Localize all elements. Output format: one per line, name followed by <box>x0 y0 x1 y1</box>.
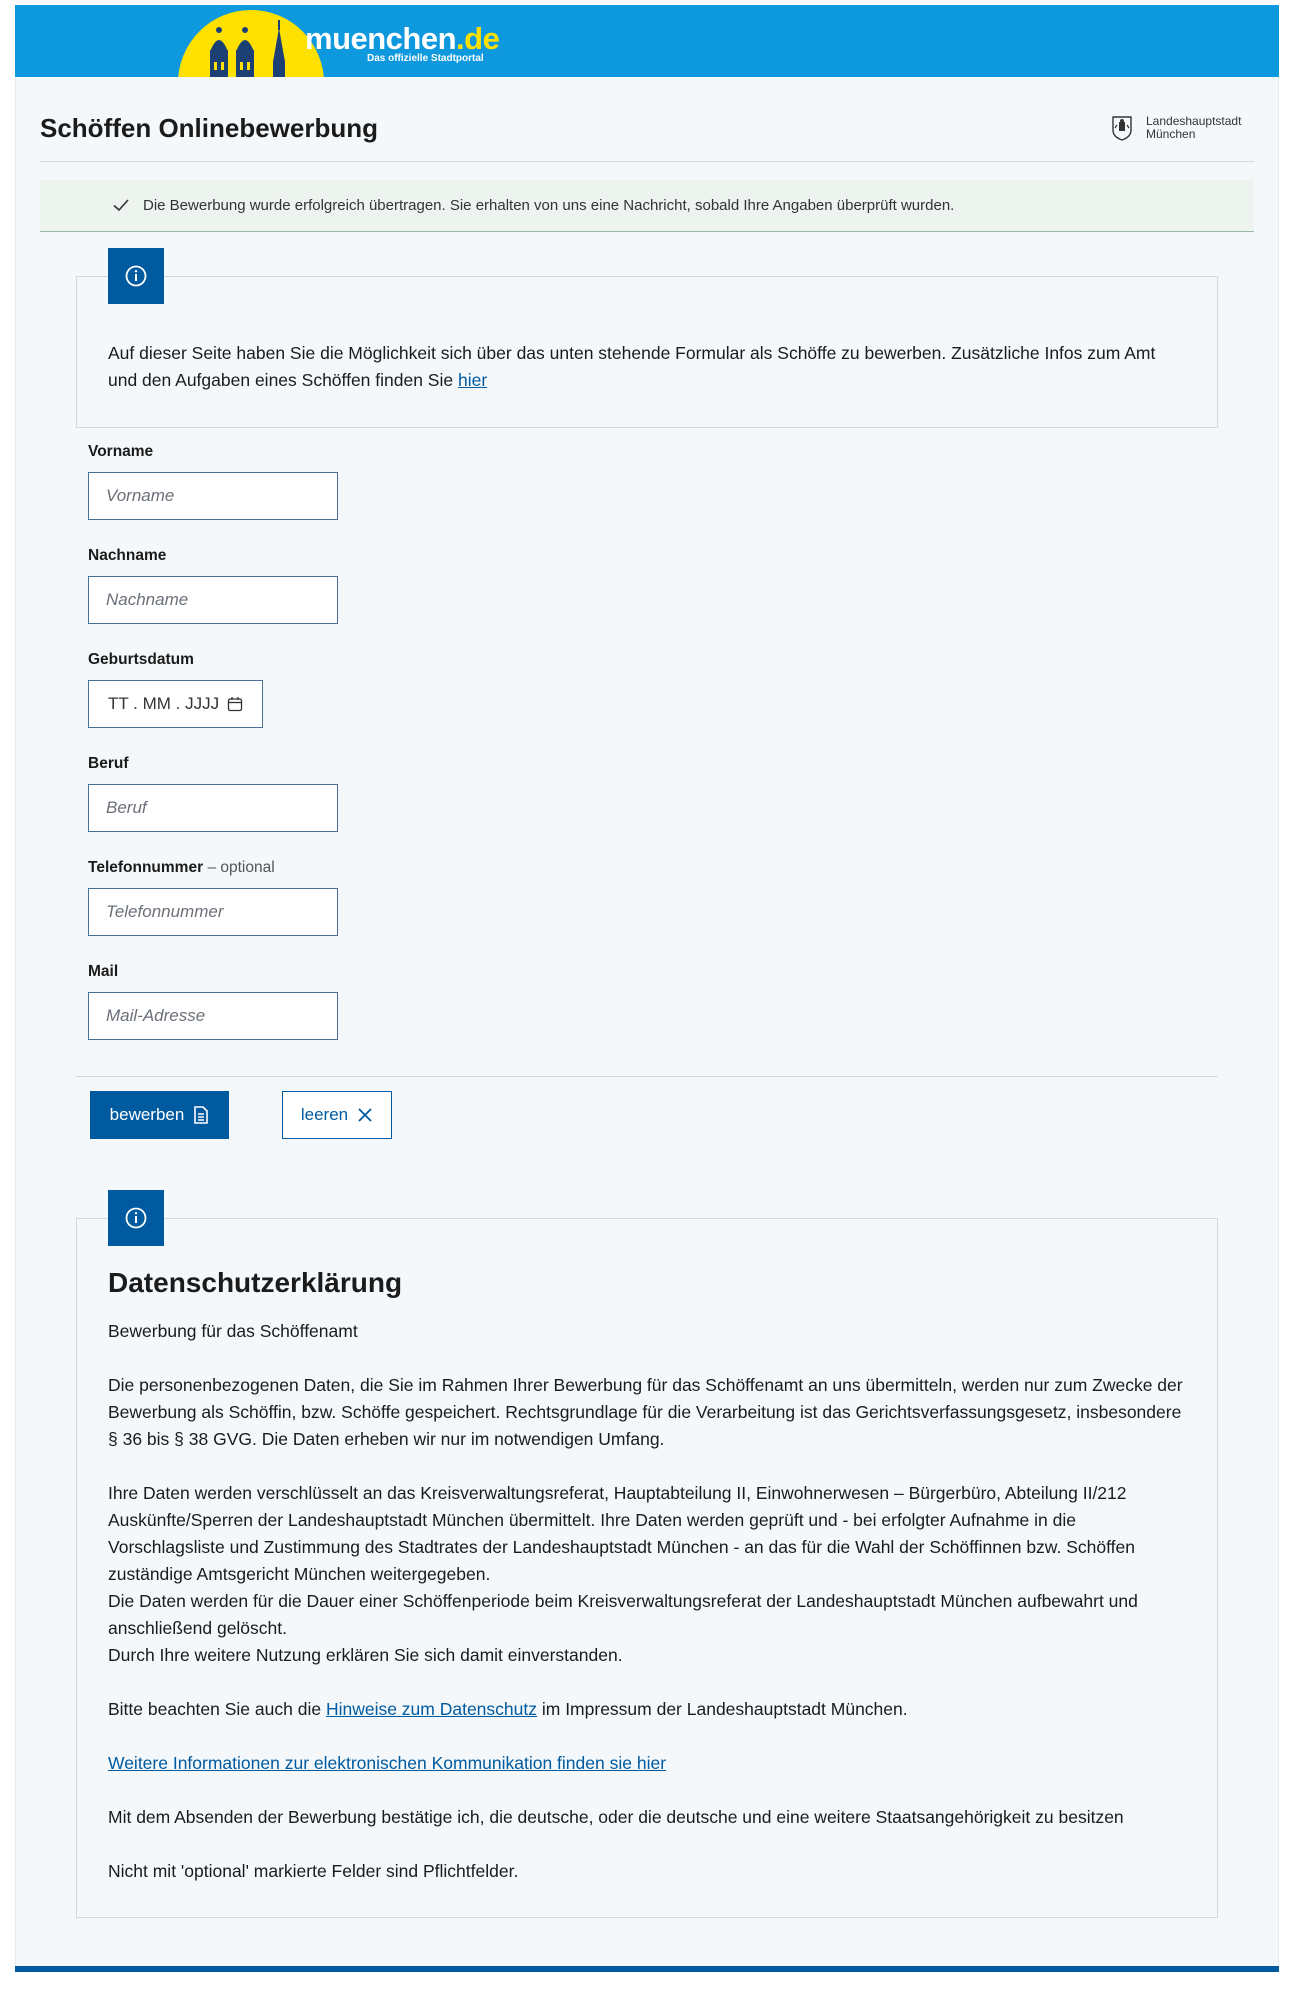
telefon-label: Telefonnummer – optional <box>88 859 275 877</box>
logo-subtitle: Das offizielle Stadtportal <box>367 53 484 64</box>
frauenkirche-icon <box>210 20 285 77</box>
info-icon <box>125 1207 147 1229</box>
city-name: Landeshauptstadt München <box>1146 115 1241 141</box>
city-line-2: München <box>1146 127 1196 141</box>
logo-wordmark[interactable]: muenchen.de <box>305 21 500 57</box>
form-divider <box>76 1076 1218 1077</box>
submit-button-label: bewerben <box>109 1105 185 1124</box>
nachname-label: Nachname <box>88 547 167 564</box>
optional-hint: – optional <box>207 859 275 876</box>
privacy-paragraph: Bitte beachten Sie auch die Hinweise zum… <box>108 1696 1193 1723</box>
success-message: Die Bewerbung wurde erfolgreich übertrag… <box>143 197 955 214</box>
submit-button[interactable]: bewerben <box>90 1091 229 1139</box>
info-badge <box>108 1190 164 1246</box>
nachname-input[interactable] <box>89 577 337 623</box>
vorname-label: Vorname <box>88 443 154 460</box>
footer-bar <box>15 1966 1279 1972</box>
mail-label: Mail <box>88 963 119 980</box>
telefon-field <box>88 888 338 936</box>
beruf-input[interactable] <box>89 785 337 831</box>
telefon-input[interactable] <box>89 889 337 935</box>
vorname-field <box>88 472 338 520</box>
intro-text: Auf dieser Seite haben Sie die Möglichke… <box>108 340 1188 394</box>
telefon-label-text: Telefonnummer <box>88 859 204 876</box>
electronic-communication-link[interactable]: Weitere Informationen zur elektronischen… <box>108 1753 666 1773</box>
check-icon <box>113 199 129 212</box>
clear-button-label: leeren <box>300 1105 349 1124</box>
beruf-label: Beruf <box>88 755 129 772</box>
privacy-text: Bitte beachten Sie auch die <box>108 1699 326 1719</box>
mail-input[interactable] <box>89 993 337 1039</box>
privacy-subtitle: Bewerbung für das Schöffenamt <box>108 1321 358 1341</box>
privacy-paragraph: Durch Ihre weitere Nutzung erklären Sie … <box>108 1645 623 1665</box>
privacy-paragraph: Mit dem Absenden der Bewerbung bestätige… <box>108 1807 1124 1827</box>
privacy-paragraph: Weitere Informationen zur elektronischen… <box>108 1750 1193 1777</box>
privacy-paragraph: Ihre Daten werden verschlüsselt an das K… <box>108 1483 1135 1584</box>
vorname-input[interactable] <box>89 473 337 519</box>
title-divider <box>40 161 1254 162</box>
close-icon <box>358 1108 372 1122</box>
document-icon <box>194 1106 209 1124</box>
privacy-text: im Impressum der Landeshauptstadt Münche… <box>537 1699 908 1719</box>
geburtsdatum-label: Geburtsdatum <box>88 651 194 668</box>
date-placeholder: TT . MM . JJJJ <box>108 694 220 713</box>
privacy-title: Datenschutzerklärung <box>108 1267 403 1298</box>
privacy-body: Bewerbung für das Schöffenamt Die person… <box>108 1318 1193 1912</box>
beruf-field <box>88 784 338 832</box>
info-badge <box>108 248 164 304</box>
intro-info-link[interactable]: hier <box>458 370 487 390</box>
privacy-paragraph: Die personenbezogenen Daten, die Sie im … <box>108 1375 1183 1449</box>
privacy-paragraph: Nicht mit 'optional' markierte Felder si… <box>108 1861 519 1881</box>
calendar-icon[interactable] <box>227 696 243 712</box>
site-header: muenchen.de Das offizielle Stadtportal <box>15 5 1279 77</box>
city-crest-icon <box>1112 116 1132 141</box>
clear-button[interactable]: leeren <box>282 1091 392 1139</box>
privacy-paragraph: Die Daten werden für die Dauer einer Sch… <box>108 1591 1138 1638</box>
mail-field <box>88 992 338 1040</box>
page-title: Schöffen Onlinebewerbung <box>40 113 379 143</box>
nachname-field <box>88 576 338 624</box>
logo-sun <box>178 10 324 77</box>
privacy-notice-link[interactable]: Hinweise zum Datenschutz <box>326 1699 537 1719</box>
info-icon <box>125 265 147 287</box>
intro-text-body: Auf dieser Seite haben Sie die Möglichke… <box>108 343 1156 390</box>
geburtsdatum-input[interactable]: TT . MM . JJJJ <box>88 680 263 728</box>
